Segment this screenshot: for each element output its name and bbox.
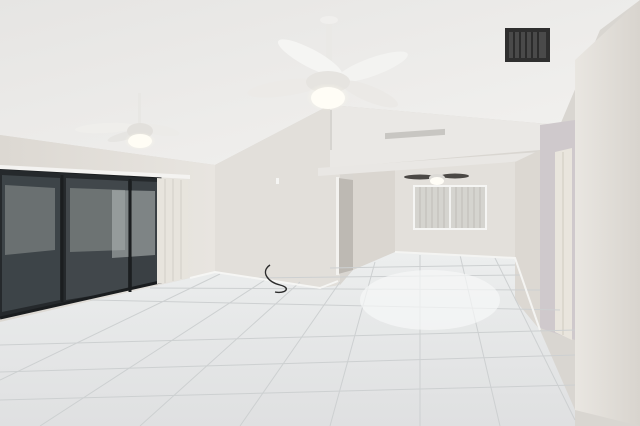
air-vent-icon: [505, 28, 550, 62]
floor-reflection: [360, 270, 500, 330]
wall-outlet: [276, 178, 279, 184]
hallway-door-frame: [336, 177, 339, 275]
room-illustration: [0, 0, 640, 426]
hallway-opening: [338, 178, 353, 274]
room-photo: [0, 0, 640, 426]
right-wall: [515, 150, 540, 330]
window-blinds: [415, 187, 485, 228]
near-right-wall: [575, 0, 640, 426]
